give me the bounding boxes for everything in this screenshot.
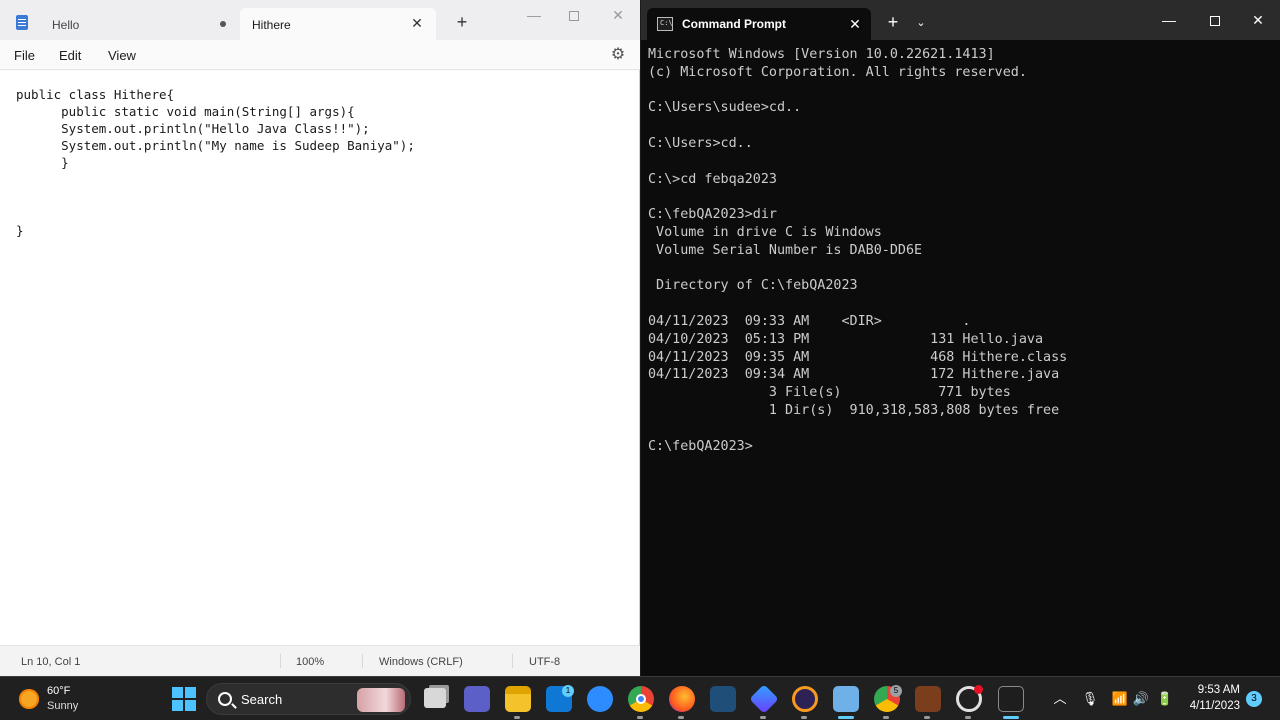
notepad-menubar: File Edit View ⚙ xyxy=(0,40,640,70)
firefox-icon[interactable] xyxy=(669,686,695,712)
active-indicator xyxy=(838,716,854,719)
running-indicator xyxy=(678,716,684,719)
terminal-tab-command-prompt[interactable]: C:\ Command Prompt ✕ xyxy=(647,8,871,40)
running-indicator xyxy=(760,716,766,719)
close-window-button[interactable]: ✕ xyxy=(1236,9,1280,31)
maximize-button[interactable] xyxy=(552,4,596,26)
terminal-output[interactable]: Microsoft Windows [Version 10.0.22621.14… xyxy=(648,46,1273,666)
visual-studio-icon[interactable] xyxy=(749,684,779,714)
zoom-level[interactable]: 100% xyxy=(296,656,324,668)
maximize-button[interactable] xyxy=(1193,9,1237,31)
speaker-icon[interactable]: 🔊 xyxy=(1131,689,1151,709)
notepad-titlebar[interactable]: Hello Hithere ✕ + — ✕ xyxy=(0,0,640,40)
tab-label: Command Prompt xyxy=(682,17,787,31)
search-label: Search xyxy=(241,692,283,707)
chevron-down-icon[interactable]: ⌄ xyxy=(911,13,931,33)
file-explorer-icon[interactable] xyxy=(505,686,531,712)
sun-icon xyxy=(19,689,39,709)
close-window-button[interactable]: ✕ xyxy=(596,4,640,26)
weather-widget[interactable]: 60°F Sunny xyxy=(14,682,134,716)
task-view-icon[interactable] xyxy=(424,688,446,708)
close-icon[interactable]: ✕ xyxy=(408,14,426,32)
terminal-icon[interactable] xyxy=(998,686,1024,712)
unsaved-dot-icon xyxy=(220,21,226,27)
clock-time[interactable]: 9:53 AM xyxy=(1190,684,1240,696)
notepad-tab-hithere[interactable]: Hithere ✕ xyxy=(240,8,436,40)
taskbar: 60°F Sunny Search 1 5 ︿ 🎙 📶 🔊 🔋 9:53 AM … xyxy=(0,676,1280,720)
editor-content: public class Hithere{ public static void… xyxy=(16,87,415,238)
weather-description: Sunny xyxy=(47,700,79,712)
running-indicator xyxy=(965,716,971,719)
clock-date[interactable]: 4/11/2023 xyxy=(1182,700,1240,712)
microphone-icon[interactable]: 🎙 xyxy=(1080,689,1100,709)
running-indicator xyxy=(514,716,520,719)
chrome-profile-badge: 5 xyxy=(890,685,902,697)
game-app-icon[interactable] xyxy=(915,686,941,712)
status-divider xyxy=(280,654,281,668)
minimize-button[interactable]: — xyxy=(1147,9,1191,31)
running-indicator xyxy=(637,716,643,719)
chrome-center-icon xyxy=(636,694,646,704)
encoding[interactable]: UTF-8 xyxy=(529,656,560,668)
notepad-statusbar: Ln 10, Col 1 100% Windows (CRLF) UTF-8 xyxy=(0,645,640,676)
menu-edit[interactable]: Edit xyxy=(59,48,81,63)
search-highlight-image xyxy=(357,688,405,712)
menu-file[interactable]: File xyxy=(14,48,35,63)
running-indicator xyxy=(801,716,807,719)
console-text: Microsoft Windows [Version 10.0.22621.14… xyxy=(648,47,1068,454)
running-indicator xyxy=(883,716,889,719)
terminal-titlebar[interactable]: C:\ Command Prompt ✕ + ⌄ — ✕ xyxy=(641,0,1280,40)
status-divider xyxy=(362,654,363,668)
notepad-tab-hello[interactable]: Hello xyxy=(40,8,240,40)
minimize-button[interactable]: — xyxy=(512,4,556,26)
maximize-icon xyxy=(569,11,579,22)
notepad-window: Hello Hithere ✕ + — ✕ File Edit View ⚙ p… xyxy=(0,0,640,676)
active-indicator xyxy=(1003,716,1019,719)
text-editor[interactable]: public class Hithere{ public static void… xyxy=(0,71,639,645)
notepad-app-icon xyxy=(16,15,28,30)
maximize-icon xyxy=(1210,16,1220,27)
status-divider xyxy=(512,654,513,668)
running-indicator xyxy=(924,716,930,719)
battery-icon[interactable]: 🔋 xyxy=(1155,689,1175,709)
taskbar-search[interactable]: Search xyxy=(206,683,411,715)
close-icon[interactable]: ✕ xyxy=(847,15,863,33)
menu-view[interactable]: View xyxy=(108,48,136,63)
cursor-position: Ln 10, Col 1 xyxy=(21,656,81,668)
wifi-icon[interactable]: 📶 xyxy=(1110,689,1130,709)
chevron-up-icon[interactable]: ︿ xyxy=(1050,689,1070,709)
desktop: Hello Hithere ✕ + — ✕ File Edit View ⚙ p… xyxy=(0,0,1280,720)
zoom-icon[interactable] xyxy=(587,686,613,712)
weather-temperature: 60°F xyxy=(47,685,71,697)
search-icon xyxy=(218,692,232,706)
recording-badge xyxy=(974,685,983,694)
notepad-icon[interactable] xyxy=(833,686,859,712)
windows-start-icon[interactable] xyxy=(171,686,197,712)
new-tab-button[interactable]: + xyxy=(883,12,903,32)
tab-label: Hello xyxy=(52,18,80,32)
eclipse-icon[interactable] xyxy=(792,686,818,712)
chrome-icon[interactable] xyxy=(628,686,654,712)
terminal-window: C:\ Command Prompt ✕ + ⌄ — ✕ Microsoft W… xyxy=(641,0,1280,676)
notification-badge[interactable]: 3 xyxy=(1246,691,1262,707)
snipping-tool-icon[interactable] xyxy=(710,686,736,712)
line-ending[interactable]: Windows (CRLF) xyxy=(379,656,463,668)
teams-chat-icon[interactable] xyxy=(464,686,490,712)
cmd-icon: C:\ xyxy=(657,17,673,31)
gear-icon[interactable]: ⚙ xyxy=(609,46,627,64)
new-tab-button[interactable]: + xyxy=(452,12,472,32)
tab-label: Hithere xyxy=(252,18,291,32)
mail-badge: 1 xyxy=(562,685,574,697)
